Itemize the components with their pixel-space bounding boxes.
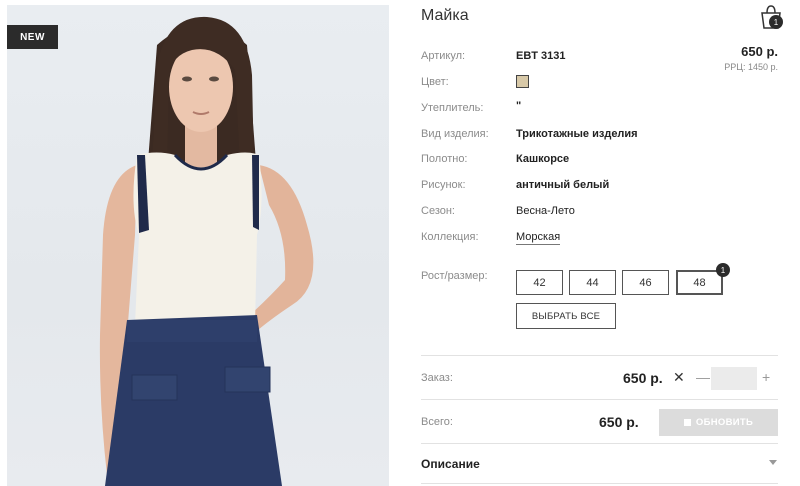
spec-label-collection: Коллекция: bbox=[421, 231, 479, 243]
spec-label-type: Вид изделия: bbox=[421, 128, 489, 140]
chevron-down-icon[interactable] bbox=[769, 460, 777, 465]
total-price: 650 р. bbox=[599, 414, 639, 430]
size-option-46[interactable]: 46 bbox=[622, 270, 669, 295]
order-label: Заказ: bbox=[421, 372, 453, 384]
update-label: ОБНОВИТЬ bbox=[695, 417, 754, 428]
divider bbox=[421, 355, 778, 356]
collection-link[interactable]: Морская bbox=[516, 231, 561, 245]
size-option-44[interactable]: 44 bbox=[569, 270, 616, 295]
divider bbox=[421, 399, 778, 400]
cart-count-badge: 1 bbox=[769, 15, 783, 29]
divider bbox=[421, 483, 778, 484]
new-badge: NEW bbox=[7, 25, 58, 49]
decrease-button[interactable]: — bbox=[696, 369, 710, 385]
total-label: Всего: bbox=[421, 416, 453, 428]
size-label: Рост/размер: bbox=[421, 270, 488, 282]
model-image bbox=[99, 16, 314, 486]
update-button[interactable]: ОБНОВИТЬ bbox=[659, 409, 778, 436]
description-toggle[interactable]: Описание bbox=[421, 457, 480, 471]
spec-value-season: Весна-Лето bbox=[516, 205, 575, 217]
order-price: 650 р. bbox=[623, 370, 663, 386]
spec-value-fabric: Кашкорсе bbox=[516, 153, 570, 165]
spec-value-article: EBT 3131 bbox=[516, 50, 566, 62]
color-swatch[interactable] bbox=[516, 75, 529, 88]
quantity-input[interactable] bbox=[711, 367, 757, 390]
size-option-48[interactable]: 48 bbox=[676, 270, 723, 295]
spec-label-fabric: Полотно: bbox=[421, 153, 468, 165]
product-price: 650 р. bbox=[741, 44, 778, 59]
spec-value-pattern: античный белый bbox=[516, 179, 610, 191]
spec-label-article: Артикул: bbox=[421, 50, 466, 62]
select-all-button[interactable]: ВЫБРАТЬ ВСЕ bbox=[516, 303, 616, 329]
spec-value-insulation: " bbox=[516, 100, 522, 112]
size-option-42[interactable]: 42 bbox=[516, 270, 563, 295]
spec-label-season: Сезон: bbox=[421, 205, 455, 217]
spec-label-color: Цвет: bbox=[421, 76, 449, 88]
divider bbox=[421, 443, 778, 444]
size-count-badge: 1 bbox=[716, 263, 730, 277]
product-photo[interactable]: NEW bbox=[7, 5, 389, 486]
increase-button[interactable]: + bbox=[762, 369, 770, 385]
times-icon: ✕ bbox=[673, 369, 685, 385]
spec-label-pattern: Рисунок: bbox=[421, 179, 466, 191]
refresh-icon bbox=[683, 419, 691, 426]
rrc-price: РРЦ: 1450 р. bbox=[724, 62, 778, 72]
spec-value-type: Трикотажные изделия bbox=[516, 128, 638, 140]
spec-label-insulation: Утеплитель: bbox=[421, 102, 484, 114]
product-title: Майка bbox=[421, 7, 469, 24]
